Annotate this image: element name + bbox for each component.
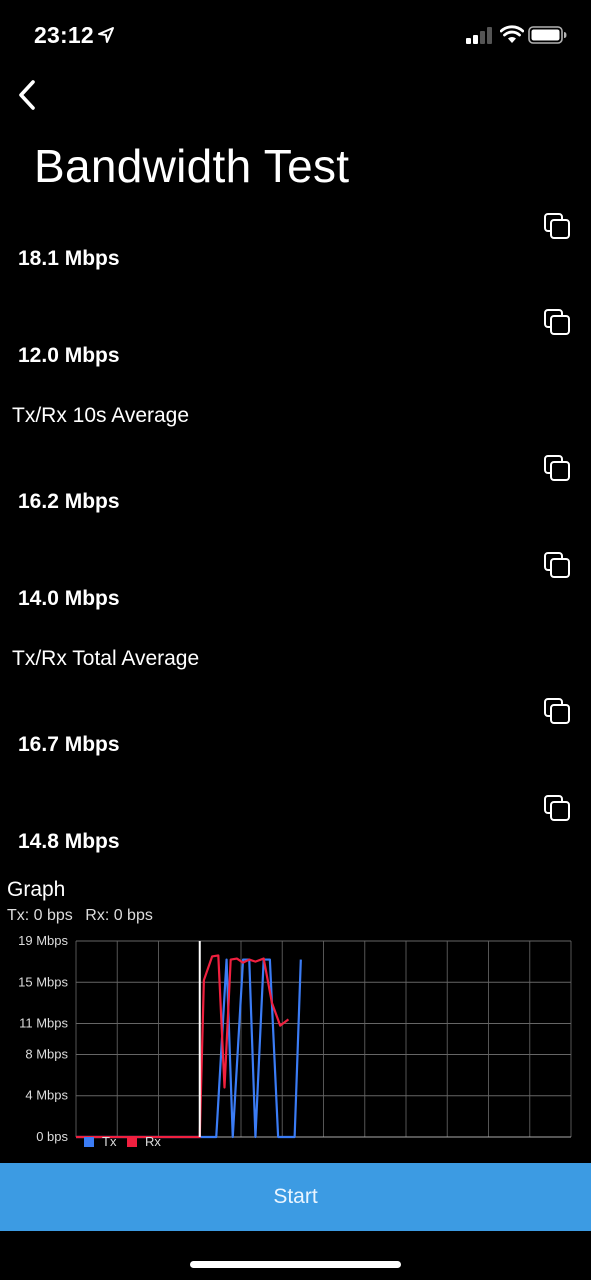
status-time: 23:12 (34, 22, 94, 48)
copy-tx-total-button[interactable] (542, 696, 572, 726)
chart-y-tick-label: 11 Mbps (19, 1016, 68, 1031)
location-arrow-icon (98, 27, 114, 43)
chart-y-tick-label: 4 Mbps (25, 1088, 68, 1103)
copy-tx-avg10-button[interactable] (542, 453, 572, 483)
copy-icon (544, 455, 570, 481)
copy-icon (544, 698, 570, 724)
chart-legend-label: Rx (145, 1134, 161, 1149)
back-button[interactable] (14, 76, 44, 114)
chevron-left-icon (19, 80, 35, 110)
page-title: Bandwidth Test (34, 140, 350, 192)
chart-legend-swatch (127, 1137, 137, 1147)
rx-current-value: 12.0 Mbps (18, 344, 120, 367)
chart-legend-label: Tx (102, 1134, 117, 1149)
copy-icon (544, 309, 570, 335)
wifi-icon (500, 25, 524, 43)
chart-y-tick-label: 8 Mbps (25, 1046, 68, 1061)
home-indicator (190, 1261, 401, 1268)
chart-y-tick-label: 19 Mbps (18, 933, 68, 948)
total-avg-label: Tx/Rx Total Average (12, 647, 200, 670)
tx-avg10-value: 16.2 Mbps (18, 490, 120, 513)
rx-total-value: 14.8 Mbps (18, 830, 120, 853)
copy-icon (544, 795, 570, 821)
copy-rx-total-button[interactable] (542, 793, 572, 823)
bandwidth-chart: 19 Mbps 15 Mbps 11 Mbps 8 Mbps 4 Mbps 0 bps Tx… (18, 933, 572, 1149)
copy-rx-avg10-button[interactable] (542, 550, 572, 580)
battery-icon (528, 26, 567, 44)
avg10-label: Tx/Rx 10s Average (12, 404, 190, 427)
cellular-signal-icon (466, 27, 492, 44)
copy-icon (544, 213, 570, 239)
chart-y-tick-label: 0 bps (36, 1129, 68, 1144)
chart-legend-swatch (84, 1137, 94, 1147)
copy-tx-current-button[interactable] (542, 211, 572, 241)
graph-rx-status: Rx: 0 bps (85, 907, 153, 924)
chart-y-tick-label: 15 Mbps (18, 974, 68, 989)
graph-status: Tx: 0 bps Rx: 0 bps (7, 905, 161, 927)
start-button[interactable]: Start (0, 1163, 591, 1231)
graph-title: Graph (7, 878, 66, 901)
tx-current-value: 18.1 Mbps (18, 247, 120, 270)
graph-tx-status: Tx: 0 bps (7, 907, 73, 924)
rx-avg10-value: 14.0 Mbps (18, 587, 120, 610)
copy-icon (544, 552, 570, 578)
tx-total-value: 16.7 Mbps (18, 733, 120, 756)
copy-rx-current-button[interactable] (542, 307, 572, 337)
chart-series-tx (76, 958, 302, 1139)
